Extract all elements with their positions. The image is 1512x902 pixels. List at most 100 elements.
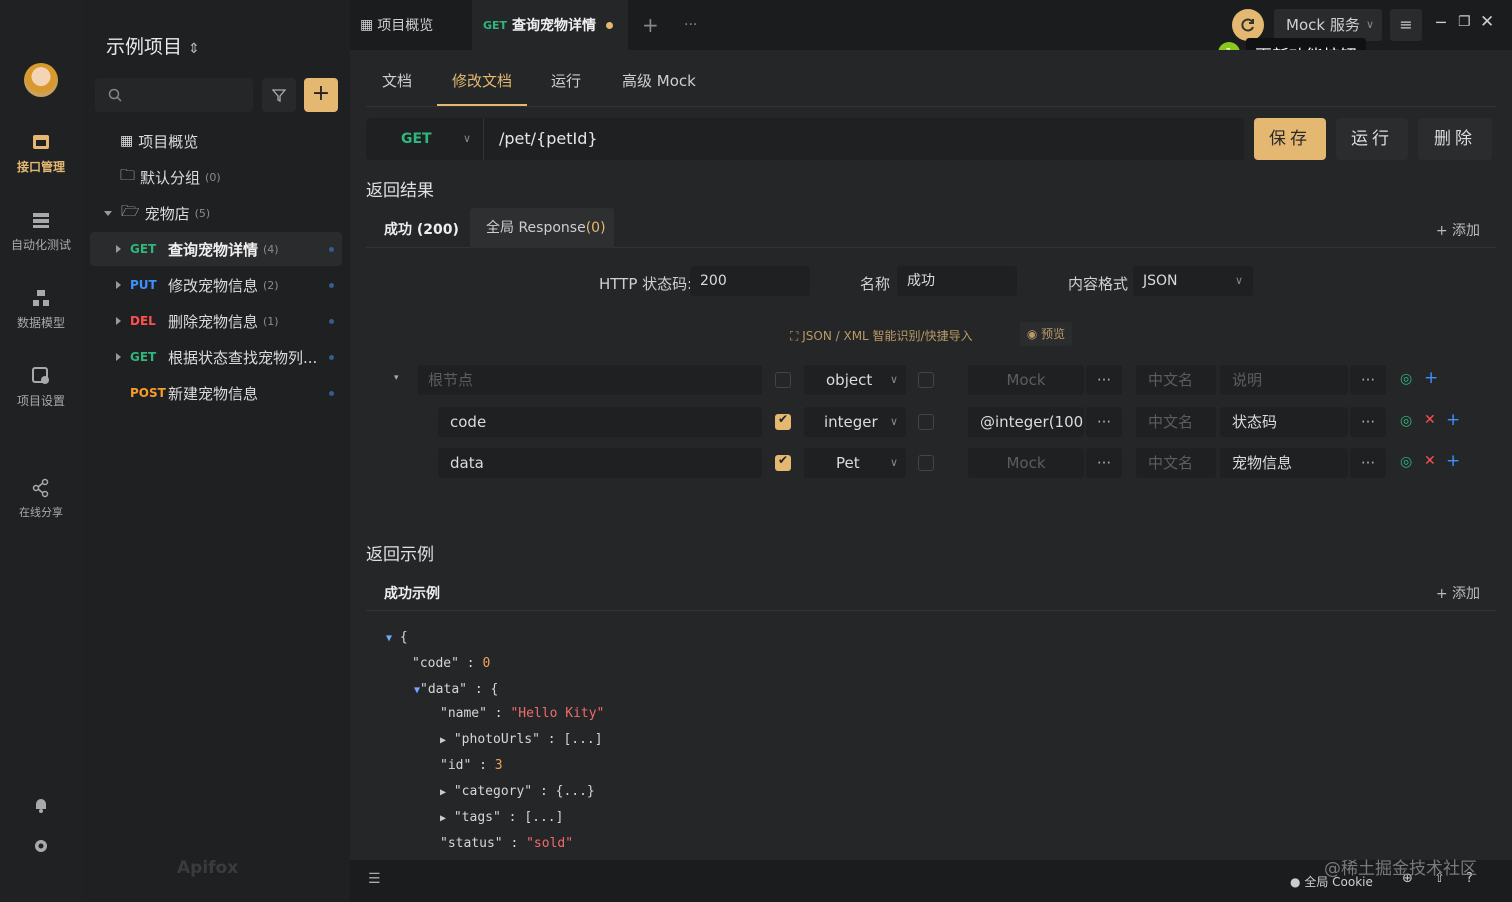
type-value: object [826, 371, 873, 389]
name-input[interactable]: 成功 [897, 266, 1017, 296]
mock-more-button[interactable]: ··· [1086, 407, 1122, 437]
method-badge: PUT [130, 278, 157, 292]
caret-right-icon[interactable]: ▶ [440, 735, 446, 746]
caret-right-icon[interactable]: ▶ [440, 813, 446, 824]
nullable-checkbox[interactable] [918, 372, 934, 388]
nullable-checkbox[interactable] [918, 455, 934, 471]
caret-down-icon[interactable]: ▼ [386, 633, 392, 644]
save-button[interactable]: 保存 [1254, 118, 1326, 160]
schema-field-name[interactable]: code [438, 407, 762, 437]
filter-button[interactable] [262, 78, 296, 112]
add-example-button[interactable]: + 添加 [1436, 583, 1480, 603]
add-response-button[interactable]: + 添加 [1436, 220, 1480, 240]
rail-item-api-management[interactable]: 接口管理 [0, 132, 82, 175]
rail-item-data-model[interactable]: 数据模型 [0, 288, 82, 331]
sidebar-api-find-by-status[interactable]: GET 根据状态查找宠物列... [90, 340, 342, 374]
sidebar-item-overview[interactable]: ▦ 项目概览 [90, 124, 342, 158]
url-input[interactable]: /pet/{petId} [499, 118, 598, 160]
tab-global-response[interactable]: 全局 Response(0) [470, 208, 614, 248]
mock-input[interactable]: Mock [968, 365, 1084, 395]
caret-right-icon[interactable]: ▶ [440, 787, 446, 798]
subtab-run[interactable]: 运行 [551, 70, 581, 91]
close-window-button[interactable]: ✕ [1480, 12, 1494, 32]
delete-field-icon[interactable]: ✕ [1424, 453, 1436, 469]
description-input[interactable]: 状态码 [1220, 407, 1348, 437]
toggle-sidebar-icon[interactable]: ☰ [368, 871, 381, 887]
sidebar-item-folder-petstore[interactable]: 🗁 宠物店 (5) [90, 196, 342, 230]
add-api-button[interactable]: + [304, 78, 338, 112]
unsaved-dot [606, 21, 614, 29]
add-sibling-icon[interactable]: + [1446, 451, 1460, 471]
json-line: "status" : "sold" [440, 836, 574, 851]
new-tab-button[interactable]: + [642, 0, 659, 50]
content-format-select[interactable]: JSON ∨ [1133, 266, 1253, 296]
schema-type-select[interactable]: Pet ∨ [804, 448, 906, 478]
rail-item-label: 项目设置 [16, 394, 65, 408]
description-input[interactable]: 说明 [1220, 365, 1348, 395]
visibility-icon[interactable]: ◎ [1400, 413, 1412, 429]
mock-more-button[interactable]: ··· [1086, 448, 1122, 478]
chinese-name-input[interactable]: 中文名 [1136, 365, 1216, 395]
visibility-icon[interactable]: ◎ [1400, 454, 1412, 470]
mock-service-select[interactable]: Mock 服务 ∨ [1274, 9, 1382, 41]
delete-field-icon[interactable]: ✕ [1424, 412, 1436, 428]
delete-button[interactable]: 删除 [1418, 118, 1492, 160]
restore-button[interactable]: ❐ [1458, 14, 1471, 30]
sidebar-api-put-pet[interactable]: PUT 修改宠物信息 (2) [90, 268, 342, 302]
caret-down-icon[interactable]: ▾ [394, 373, 399, 383]
mock-input[interactable]: @integer(1000 [968, 407, 1084, 437]
preview-button[interactable]: ◉ 预览 [1020, 322, 1072, 346]
method-select[interactable]: GET ∨ [366, 118, 484, 160]
rail-item-automation-test[interactable]: 自动化测试 [0, 210, 82, 253]
schema-field-name[interactable]: data [438, 448, 762, 478]
chinese-name-input[interactable]: 中文名 [1136, 448, 1216, 478]
mock-more-button[interactable]: ··· [1086, 365, 1122, 395]
sidebar-item-default-group[interactable]: 🗀 默认分组 (0) [90, 160, 342, 194]
more-tabs-button[interactable]: ··· [684, 0, 697, 50]
description-input[interactable]: 宠物信息 [1220, 448, 1348, 478]
visibility-icon[interactable]: ◎ [1400, 371, 1412, 387]
rail-item-label: 数据模型 [16, 316, 65, 330]
update-button[interactable] [1232, 9, 1264, 41]
sidebar-api-get-pet[interactable]: GET 查询宠物详情 (4) [90, 232, 342, 266]
add-child-icon[interactable]: + [1424, 368, 1438, 388]
mock-placeholder: Mock [1006, 371, 1046, 389]
site-watermark: @稀土掘金技术社区 [1324, 859, 1477, 879]
menu-button[interactable]: ≡ [1390, 9, 1422, 41]
schema-field-name[interactable]: 根节点 [418, 365, 762, 395]
sidebar-api-post-pet[interactable]: POST 新建宠物信息 [90, 376, 342, 410]
run-button[interactable]: 运行 [1336, 118, 1408, 160]
desc-more-button[interactable]: ··· [1350, 407, 1386, 437]
desc-more-button[interactable]: ··· [1350, 448, 1386, 478]
bell-icon[interactable] [32, 796, 50, 814]
subtab-docs[interactable]: 文档 [382, 70, 412, 91]
json-line: "id" : 3 [440, 758, 503, 773]
required-checkbox[interactable]: ✔ [775, 412, 791, 430]
nullable-checkbox[interactable] [918, 414, 934, 430]
tab-success-200[interactable]: 成功 (200) [384, 219, 459, 239]
subtab-advanced-mock[interactable]: 高级 Mock [622, 70, 696, 91]
mock-input[interactable]: Mock [968, 448, 1084, 478]
avatar[interactable] [24, 63, 58, 97]
required-checkbox[interactable] [775, 372, 791, 388]
caret-right-icon [116, 281, 121, 289]
gear-icon[interactable] [32, 837, 50, 855]
chinese-name-input[interactable]: 中文名 [1136, 407, 1216, 437]
search-input[interactable] [95, 78, 253, 112]
add-sibling-icon[interactable]: + [1446, 410, 1460, 430]
schema-type-select[interactable]: object ∨ [804, 365, 906, 395]
smart-import-link[interactable]: ⛶ JSON / XML 智能识别/快捷导入 [790, 327, 973, 344]
schema-type-select[interactable]: integer ∨ [804, 407, 906, 437]
sidebar-api-del-pet[interactable]: DEL 删除宠物信息 (1) [90, 304, 342, 338]
http-status-input[interactable]: 200 [690, 266, 810, 296]
subtab-edit-docs[interactable]: 修改文档 [452, 70, 512, 91]
tab-success-example[interactable]: 成功示例 [384, 583, 440, 603]
rail-item-online-share[interactable]: 在线分享 [0, 478, 82, 520]
desc-more-button[interactable]: ··· [1350, 365, 1386, 395]
tab-get-pet-detail[interactable]: GET 查询宠物详情 [472, 0, 628, 50]
minimize-button[interactable]: ─ [1436, 13, 1446, 32]
rail-item-project-settings[interactable]: 项目设置 [0, 366, 82, 409]
project-title[interactable]: 示例项目 ⇕ [106, 32, 200, 59]
required-checkbox[interactable]: ✔ [775, 453, 791, 471]
tab-overview[interactable]: ▦ 项目概览 [350, 0, 472, 50]
